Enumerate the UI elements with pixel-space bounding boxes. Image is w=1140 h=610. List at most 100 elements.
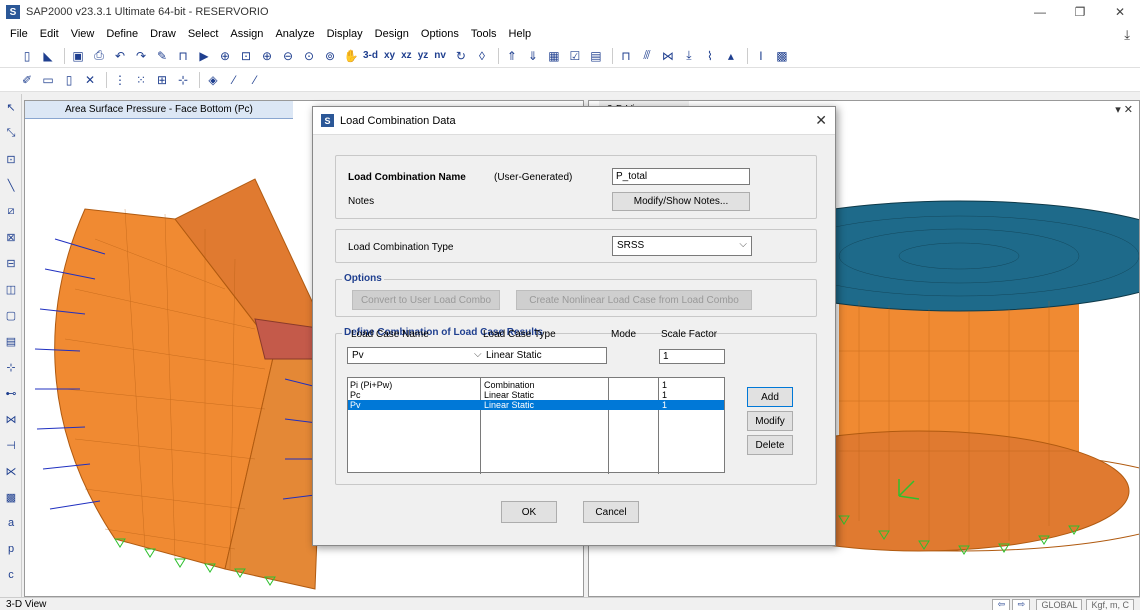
mirror-icon[interactable]: ⁄ <box>246 71 264 89</box>
edit-pencil-icon[interactable]: ✎ <box>153 47 171 65</box>
previous-view-icon[interactable]: ⇦ <box>992 598 1011 610</box>
merge-icon[interactable]: ⊹ <box>174 71 192 89</box>
draw-joint-icon[interactable]: ⊡ <box>2 150 20 168</box>
draw-rect-area-icon[interactable]: ▢ <box>2 306 20 324</box>
delete-icon[interactable]: ✕ <box>81 71 99 89</box>
run-icon[interactable]: ▶ <box>195 47 213 65</box>
view-3d-button[interactable]: 3-d <box>363 50 378 61</box>
view-xy-button[interactable]: xy <box>384 50 395 61</box>
clear-selection-icon[interactable]: c <box>2 566 20 584</box>
object-shrink-icon[interactable]: ▦ <box>545 47 563 65</box>
open-file-icon[interactable]: ◣ <box>39 47 57 65</box>
coordinate-system-select[interactable]: GLOBAL <box>1036 598 1083 610</box>
menu-tools[interactable]: Tools <box>471 28 497 40</box>
create-nonlinear-case-button[interactable]: Create Nonlinear Load Case from Load Com… <box>516 290 752 310</box>
select-all-icon[interactable]: a <box>2 514 20 532</box>
restore-icon[interactable]: ❐ <box>1060 0 1100 24</box>
delete-button[interactable]: Delete <box>747 435 793 455</box>
quick-draw-area-icon[interactable]: ▤ <box>2 332 20 350</box>
paste-icon[interactable]: ▯ <box>60 71 78 89</box>
pan-icon[interactable]: ✋ <box>342 47 360 65</box>
set-display-icon[interactable]: ☑ <box>566 47 584 65</box>
rotate-icon[interactable]: ↻ <box>452 47 470 65</box>
snap-mid-icon[interactable]: ⋈ <box>2 410 20 428</box>
align-icon[interactable]: ◈ <box>204 71 222 89</box>
table-row[interactable]: Pi (Pi+Pw) Combination 1 <box>348 380 724 390</box>
copy-icon[interactable]: ▭ <box>39 71 57 89</box>
combo-type-select[interactable]: SRSS ⌵ <box>612 236 752 256</box>
add-button[interactable]: Add <box>747 387 793 407</box>
pointer-edit-icon[interactable]: ✐ <box>18 71 36 89</box>
download-icon[interactable]: ⤓ <box>1124 27 1130 43</box>
up-icon[interactable]: ⇑ <box>503 47 521 65</box>
replicate-icon[interactable]: ⋮ <box>111 71 129 89</box>
material-icon[interactable]: ▩ <box>773 47 791 65</box>
select-pointer-icon[interactable]: ↖ <box>2 98 20 116</box>
extrude-icon[interactable]: ⁄ <box>225 71 243 89</box>
scale-factor-input[interactable]: 1 <box>659 349 725 364</box>
menu-draw[interactable]: Draw <box>150 28 176 40</box>
menu-define[interactable]: Define <box>106 28 138 40</box>
zoom-in-icon[interactable]: ⊕ <box>258 47 276 65</box>
modify-button[interactable]: Modify <box>747 411 793 431</box>
dialog-close-icon[interactable]: ✕ <box>815 112 827 129</box>
save-icon[interactable]: ▣ <box>69 47 87 65</box>
view-xz-button[interactable]: xz <box>401 50 412 61</box>
snap-icon[interactable]: ⊹ <box>2 358 20 376</box>
lock-icon[interactable]: ⊓ <box>174 47 192 65</box>
menu-display[interactable]: Display <box>327 28 363 40</box>
close-icon[interactable]: ✕ <box>1100 0 1140 24</box>
mesh-icon[interactable]: ⊞ <box>153 71 171 89</box>
next-view-icon[interactable]: ⇨ <box>1012 598 1031 610</box>
forces-icon[interactable]: ▴ <box>722 47 740 65</box>
menu-edit[interactable]: Edit <box>40 28 59 40</box>
frame-icon[interactable]: ⊓ <box>617 47 635 65</box>
zoom-prev-icon[interactable]: ⊚ <box>321 47 339 65</box>
menu-analyze[interactable]: Analyze <box>275 28 314 40</box>
zoom-out-icon[interactable]: ⊖ <box>279 47 297 65</box>
loads-icon[interactable]: ⤓ <box>680 47 698 65</box>
refresh-icon[interactable]: ⊕ <box>216 47 234 65</box>
menu-assign[interactable]: Assign <box>230 28 263 40</box>
undo-icon[interactable]: ↶ <box>111 47 129 65</box>
link-icon[interactable]: ⋈ <box>659 47 677 65</box>
print-icon[interactable]: ⎙ <box>90 47 108 65</box>
menu-help[interactable]: Help <box>509 28 532 40</box>
menu-options[interactable]: Options <box>421 28 459 40</box>
combo-name-input[interactable]: P_total <box>612 168 750 185</box>
menu-file[interactable]: File <box>10 28 28 40</box>
select-prev-icon[interactable]: p <box>2 540 20 558</box>
zoom-window-icon[interactable]: ⊡ <box>237 47 255 65</box>
view-nv-button[interactable]: nv <box>434 50 446 61</box>
ok-button[interactable]: OK <box>501 501 557 523</box>
perspective-icon[interactable]: ◊ <box>473 47 491 65</box>
reshape-icon[interactable]: ⤡ <box>2 124 20 142</box>
table-row-selected[interactable]: Pv Linear Static 1 <box>348 400 724 410</box>
table-row[interactable]: Pc Linear Static 1 <box>348 390 724 400</box>
new-file-icon[interactable]: ▯ <box>18 47 36 65</box>
view-yz-button[interactable]: yz <box>418 50 429 61</box>
draw-link-icon[interactable]: ⊟ <box>2 254 20 272</box>
menu-view[interactable]: View <box>71 28 95 40</box>
zoom-full-icon[interactable]: ⊙ <box>300 47 318 65</box>
draw-poly-area-icon[interactable]: ◫ <box>2 280 20 298</box>
down-icon[interactable]: ⇓ <box>524 47 542 65</box>
modify-notes-button[interactable]: Modify/Show Notes... <box>612 192 750 211</box>
minimize-icon[interactable]: — <box>1020 0 1060 24</box>
snap-perp-icon[interactable]: ⋉ <box>2 462 20 480</box>
draw-frame-icon[interactable]: ╲ <box>2 176 20 194</box>
load-case-table[interactable]: Pi (Pi+Pw) Combination 1 Pc Linear Stati… <box>347 377 725 474</box>
snap-intersection-icon[interactable]: ⊣ <box>2 436 20 454</box>
units-select[interactable]: Kgf, m, C <box>1086 598 1134 610</box>
menu-select[interactable]: Select <box>188 28 219 40</box>
shell-icon[interactable]: ⫻ <box>638 47 656 65</box>
assign-icon[interactable]: ▤ <box>587 47 605 65</box>
snap-grid-icon[interactable]: ▩ <box>2 488 20 506</box>
cancel-button[interactable]: Cancel <box>583 501 639 523</box>
divide-icon[interactable]: ⁙ <box>132 71 150 89</box>
redo-icon[interactable]: ↷ <box>132 47 150 65</box>
section-icon[interactable]: I <box>752 47 770 65</box>
quick-draw-frame-icon[interactable]: ⧄ <box>2 202 20 220</box>
draw-brace-icon[interactable]: ⊠ <box>2 228 20 246</box>
menu-design[interactable]: Design <box>375 28 409 40</box>
